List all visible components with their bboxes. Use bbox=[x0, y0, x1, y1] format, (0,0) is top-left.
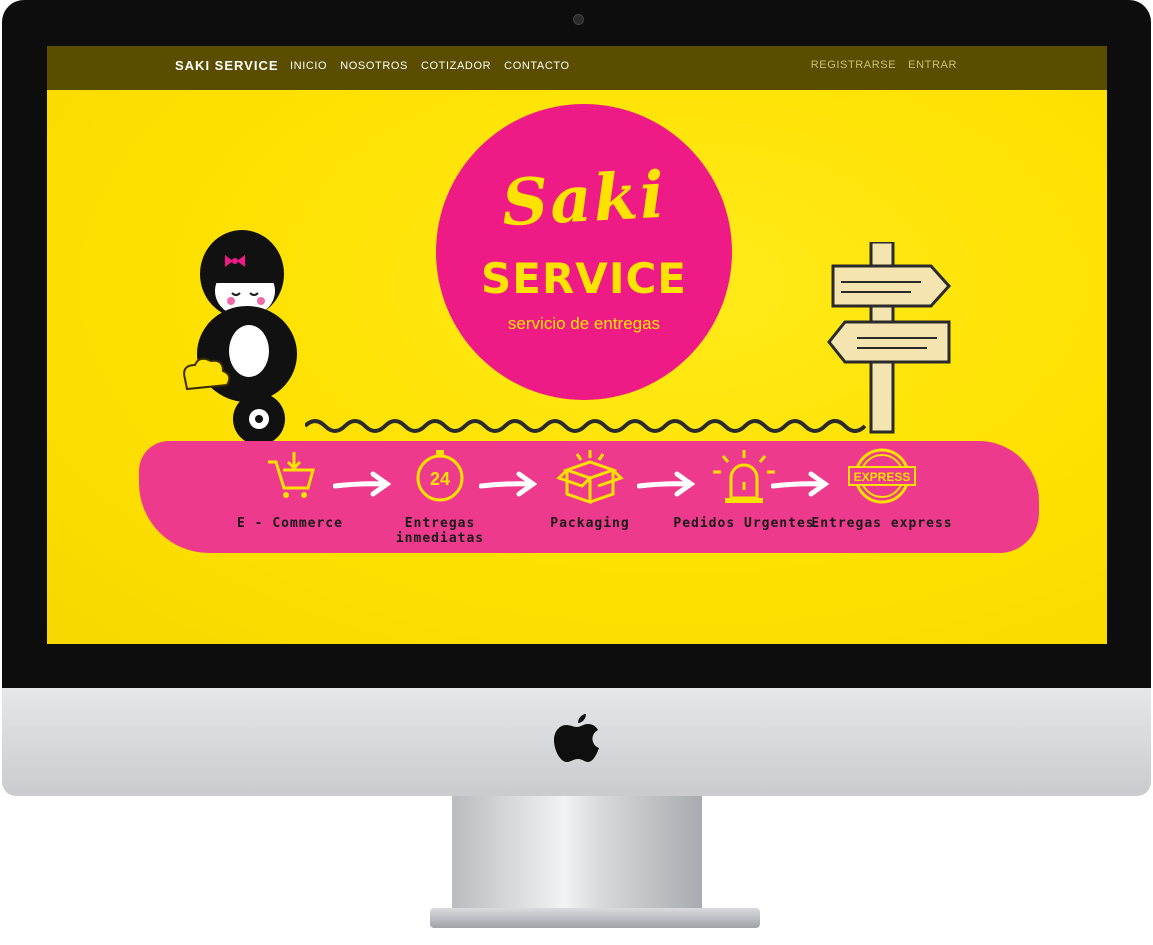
timer-24-icon: 24 bbox=[416, 450, 464, 502]
logo-subtitle: servicio de entregas bbox=[507, 314, 661, 333]
monitor-stand bbox=[452, 796, 702, 926]
cart-icon bbox=[268, 452, 315, 498]
step-label: Entregas inmediatas bbox=[395, 516, 485, 546]
nav-inicio[interactable]: INICIO bbox=[290, 60, 327, 72]
road-wave bbox=[305, 419, 867, 433]
brand-logo[interactable]: SAKI SERVICE bbox=[175, 58, 279, 73]
apple-logo-icon bbox=[554, 714, 599, 762]
monitor-foot bbox=[430, 908, 760, 928]
website-screen: SAKI SERVICE INICIO NOSOTROS COTIZADOR C… bbox=[47, 46, 1107, 644]
auth-links: REGISTRARSE ENTRAR bbox=[811, 59, 957, 71]
nav-contacto[interactable]: CONTACTO bbox=[504, 60, 570, 72]
step-label: E - Commerce bbox=[237, 516, 343, 531]
arrow-right-icon bbox=[479, 471, 538, 497]
stamp-text: EXPRESS bbox=[854, 470, 911, 484]
step-label: Packaging bbox=[550, 516, 630, 531]
logo-title: SERVICE bbox=[481, 254, 687, 303]
nav-cotizador[interactable]: COTIZADOR bbox=[421, 60, 491, 72]
camera-icon bbox=[573, 14, 584, 25]
timer-text: 24 bbox=[430, 469, 450, 489]
navbar: SAKI SERVICE INICIO NOSOTROS COTIZADOR C… bbox=[47, 46, 1107, 90]
arrow-right-icon bbox=[771, 471, 830, 497]
signpost-icon bbox=[827, 242, 952, 434]
login-link[interactable]: ENTRAR bbox=[908, 59, 957, 71]
nav-nosotros[interactable]: NOSOTROS bbox=[340, 60, 408, 72]
box-icon bbox=[556, 450, 624, 504]
step-label: Entregas express bbox=[811, 516, 953, 531]
step-label: Pedidos Urgentes bbox=[673, 516, 815, 531]
main-nav: INICIO NOSOTROS COTIZADOR CONTACTO bbox=[290, 60, 570, 72]
logo-script: Saki bbox=[499, 157, 669, 242]
alarm-light-icon bbox=[713, 450, 775, 503]
express-stamp-icon: EXPRESS bbox=[848, 448, 916, 504]
arrow-right-icon bbox=[333, 471, 392, 497]
arrow-right-icon bbox=[637, 471, 696, 497]
hero-logo: Saki SERVICE servicio de entregas bbox=[436, 104, 732, 400]
register-link[interactable]: REGISTRARSE bbox=[811, 59, 896, 71]
